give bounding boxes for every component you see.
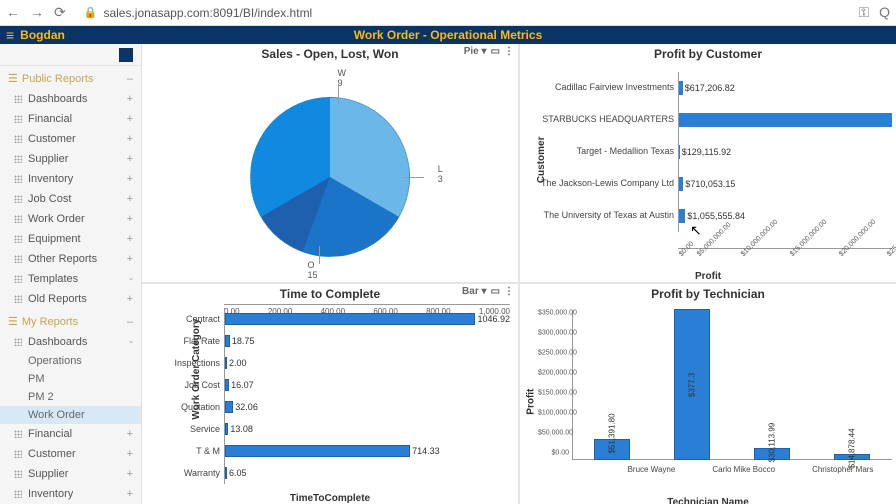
page-title: Work Order - Operational Metrics	[354, 28, 543, 42]
logo-row	[0, 44, 141, 66]
user-name: Bogdan	[20, 28, 65, 42]
panel-sales-pie: Sales - Open, Lost, Won Pie ▾ ▭ ⋮ W9 L3 …	[142, 44, 518, 282]
sidebar-item[interactable]: Dashboards-	[0, 332, 141, 352]
pie-label-l: L3	[438, 164, 443, 184]
panel-time-complete: Time to Complete Bar ▾ ▭ ⋮ Work Order Ca…	[142, 284, 518, 504]
panel-profit-technician: Profit by Technician Profit $0.00$50,000…	[520, 284, 896, 504]
panel-title: Profit by Technician	[651, 287, 765, 301]
sidebar-item[interactable]: Dashboards+	[0, 89, 141, 109]
sidebar-item[interactable]: Work Order+	[0, 209, 141, 229]
back-icon[interactable]: ←	[6, 4, 20, 21]
pie-chart[interactable]	[250, 97, 410, 257]
forward-icon[interactable]: →	[30, 4, 44, 21]
sidebar-item[interactable]: Supplier+	[0, 149, 141, 169]
panel-menu-icon[interactable]: ⋮	[504, 46, 514, 57]
sidebar-item[interactable]: Financial+	[0, 109, 141, 129]
panel-menu-icon[interactable]: ⋮	[504, 286, 514, 297]
key-icon[interactable]: ⚿	[858, 4, 869, 21]
app-header: ≡ Bogdan Work Order - Operational Metric…	[0, 26, 896, 44]
sidebar-item[interactable]: Old Reports+	[0, 289, 141, 309]
url-text: sales.jonasapp.com:8091/BI/index.html	[103, 6, 312, 20]
sidebar-item[interactable]: Inventory+	[0, 484, 141, 504]
reload-icon[interactable]: ⟳	[54, 4, 66, 21]
sidebar-item[interactable]: Job Cost+	[0, 189, 141, 209]
browser-toolbar: ← → ⟳ 🔒 sales.jonasapp.com:8091/BI/index…	[0, 0, 896, 26]
pie-label-w: W9	[338, 68, 347, 88]
lock-icon: 🔒	[84, 6, 98, 19]
sidebar-section[interactable]: ☰My Reports–	[0, 309, 141, 332]
panel-title: Time to Complete	[280, 287, 380, 301]
sidebar-item[interactable]: Supplier+	[0, 464, 141, 484]
logo-icon	[119, 48, 133, 62]
sidebar-item[interactable]: Inventory+	[0, 169, 141, 189]
sidebar-subitem[interactable]: Work Order	[0, 406, 141, 424]
menu-icon[interactable]: ≡	[6, 27, 14, 43]
sidebar-item[interactable]: Templates-	[0, 269, 141, 289]
sidebar-item[interactable]: Customer+	[0, 444, 141, 464]
sidebar-subitem[interactable]: Operations	[0, 352, 141, 370]
sidebar-item[interactable]: Customer+	[0, 129, 141, 149]
pie-label-o: O15	[307, 260, 317, 280]
dashboard-grid: Sales - Open, Lost, Won Pie ▾ ▭ ⋮ W9 L3 …	[142, 44, 896, 504]
chart-type-select[interactable]: Pie ▾	[464, 46, 487, 57]
sidebar: ☰Public Reports–Dashboards+Financial+Cus…	[0, 44, 142, 504]
panel-title: Profit by Customer	[654, 47, 762, 61]
y-axis-label: Profit	[526, 389, 537, 415]
profile-icon[interactable]: Q	[879, 4, 890, 21]
panel-view-icon[interactable]: ▭	[491, 286, 500, 297]
sidebar-item[interactable]: Equipment+	[0, 229, 141, 249]
sidebar-subitem[interactable]: PM	[0, 370, 141, 388]
profit-technician-chart[interactable]: $0.00$50,000.00$100,000.00$150,000.00$20…	[538, 310, 892, 482]
panel-profit-customer: Profit by Customer Customer Cadillac Fai…	[520, 44, 896, 282]
sidebar-subitem[interactable]: PM 2	[0, 388, 141, 406]
sidebar-item[interactable]: Financial+	[0, 424, 141, 444]
sidebar-item[interactable]: Other Reports+	[0, 249, 141, 269]
profit-customer-chart[interactable]: Cadillac Fairview Investments$617,206.82…	[530, 72, 892, 248]
x-axis-label: TimeToComplete	[290, 493, 370, 504]
address-bar[interactable]: 🔒 sales.jonasapp.com:8091/BI/index.html	[84, 6, 313, 20]
time-complete-chart[interactable]: Contract1046.92Flat Rate18.75Inspections…	[172, 308, 510, 482]
sidebar-section[interactable]: ☰Public Reports–	[0, 66, 141, 89]
x-axis-label: Technician Name	[667, 497, 749, 504]
chart-type-select[interactable]: Bar ▾	[462, 286, 487, 297]
x-axis-label: Profit	[695, 271, 721, 282]
panel-view-icon[interactable]: ▭	[491, 46, 500, 57]
panel-title: Sales - Open, Lost, Won	[261, 47, 398, 61]
